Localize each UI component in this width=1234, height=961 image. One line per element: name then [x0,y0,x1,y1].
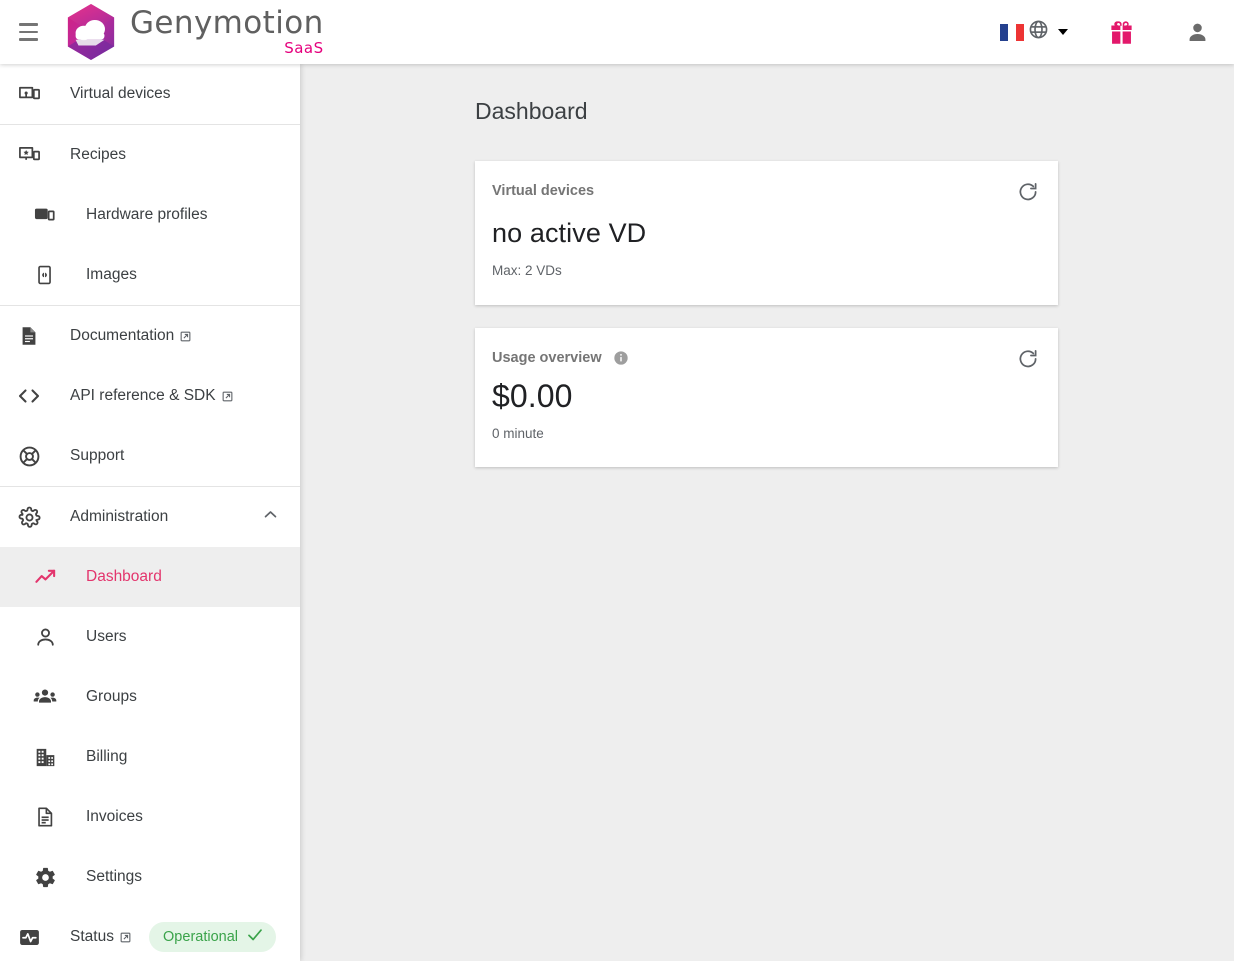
page-title: Dashboard [475,98,588,124]
sidebar-item-groups[interactable]: Groups [0,667,300,727]
people-group-icon [33,685,57,709]
virtual-devices-card: Virtual devices no active VD Max: 2 VDs [475,161,1058,305]
external-link-icon [180,331,191,342]
sidebar-item-virtual-devices[interactable]: Virtual devices [0,64,300,124]
sidebar-item-users[interactable]: Users [0,607,300,667]
gear-icon [17,505,41,529]
sidebar-item-invoices[interactable]: Invoices [0,787,300,847]
hamburger-line [18,38,38,41]
sidebar-item-label: Recipes [70,146,126,163]
person-icon [33,625,57,649]
sidebar-item-label: Images [86,266,137,283]
sidebar-item-recipes[interactable]: Recipes [0,125,300,185]
sidebar-item-label: Virtual devices [70,85,171,102]
hamburger-menu-icon[interactable] [11,15,45,49]
gift-icon[interactable] [1098,15,1145,50]
card-header: Usage overview [492,350,1034,366]
sidebar-item-label: API reference & SDK [70,387,216,404]
sidebar-nav: Virtual devices Recipes Hardware profile… [0,64,300,961]
status-badge-label: Operational [163,929,238,945]
brand-wordmark: Genymotion SaaS [130,8,324,56]
sidebar-item-label: Administration [70,508,169,525]
app-root: Genymotion SaaS Virtual devices Recipes … [0,0,1234,961]
check-icon [246,926,264,948]
info-icon[interactable] [613,350,629,366]
sidebar-item-support[interactable]: Support [0,426,300,486]
sidebar-item-hardware-profiles[interactable]: Hardware profiles [0,185,300,245]
card-title: Virtual devices [492,183,595,199]
sidebar-item-administration[interactable]: Administration [0,487,300,547]
main-content: Dashboard Virtual devices no active VD M… [300,64,1234,961]
card-title: Usage overview [492,350,602,366]
sidebar-item-label: Groups [86,688,137,705]
brand-logo[interactable]: Genymotion SaaS [64,3,324,61]
hardware-profile-icon [33,203,57,227]
images-icon [33,263,57,287]
status-badge: Operational [149,922,276,952]
refresh-icon[interactable] [1017,181,1039,203]
sidebar-item-label: Settings [86,868,143,885]
sidebar-item-label: Invoices [86,808,143,825]
recipes-icon [17,143,41,167]
settings-gear-icon [33,865,57,889]
card-subtitle: 0 minute [492,426,544,441]
sidebar-item-documentation[interactable]: Documentation [0,306,300,366]
sidebar-item-label: Hardware profiles [86,206,208,223]
sidebar-item-label: Users [86,628,127,645]
sidebar-item-images[interactable]: Images [0,245,300,305]
chevron-down-icon [1058,29,1068,35]
lifebuoy-icon [17,444,41,468]
hamburger-line [18,30,38,34]
globe-icon [1028,19,1049,45]
usage-overview-card: Usage overview $0.00 0 minute [475,328,1058,467]
genymotion-hexagon-icon [67,4,115,60]
sidebar-item-settings[interactable]: Settings [0,847,300,907]
account-person-icon[interactable] [1177,16,1218,49]
hamburger-line [18,23,38,26]
card-value: $0.00 [492,378,573,414]
brand-name: Genymotion [130,5,324,41]
external-link-icon [222,391,233,402]
brand-suffix: SaaS [284,39,324,57]
france-flag-icon [1000,23,1024,41]
code-brackets-icon [17,384,41,408]
sidebar-item-label: Status [70,928,114,945]
external-link-icon [120,932,131,943]
refresh-icon[interactable] [1017,348,1039,370]
sidebar-item-label: Dashboard [86,568,162,585]
invoice-document-icon [33,805,57,829]
trending-up-icon [33,565,57,589]
top-bar: Genymotion SaaS [0,0,1234,64]
top-bar-actions [994,15,1234,50]
pulse-monitor-icon [17,925,41,949]
card-subtitle: Max: 2 VDs [492,263,562,278]
sidebar-item-label: Support [70,447,125,464]
chevron-up-icon[interactable] [262,506,279,528]
sidebar-item-label: Documentation [70,327,175,344]
sidebar-item-billing[interactable]: Billing [0,727,300,787]
sidebar-item-api-reference[interactable]: API reference & SDK [0,366,300,426]
sidebar-item-dashboard[interactable]: Dashboard [0,547,300,607]
virtual-device-icon [17,82,41,106]
card-value: no active VD [492,218,647,248]
sidebar-item-label: Billing [86,748,128,765]
building-icon [33,745,57,769]
document-icon [17,324,41,348]
sidebar-item-status[interactable]: Status Operational [0,907,300,961]
language-selector[interactable] [994,15,1074,49]
card-header: Virtual devices [492,183,1034,199]
